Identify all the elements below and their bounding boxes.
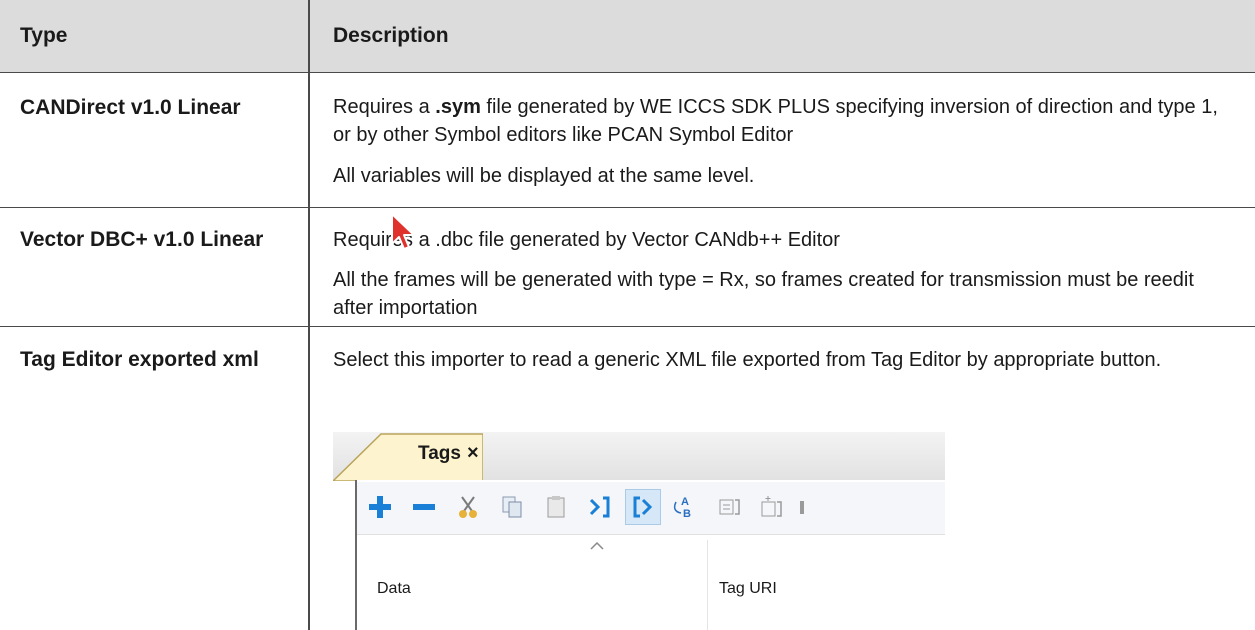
table-row-note: All the frames will be generated with ty… [333, 269, 1194, 319]
table-row-description: Select this importer to read a generic X… [333, 349, 1162, 371]
column-header-tag-uri[interactable]: Tag URI [719, 580, 777, 598]
svg-text:A: A [681, 496, 689, 508]
table-row-type: Tag Editor exported xml [20, 348, 259, 371]
table-row-type: Vector DBC+ v1.0 Linear [20, 228, 264, 251]
toolbar-separator [357, 534, 945, 535]
rename-icon[interactable]: AB [669, 490, 703, 524]
column-header-data[interactable]: Data [377, 580, 411, 598]
header-type: Type [20, 24, 68, 47]
sort-caret-icon[interactable] [589, 540, 605, 550]
mouse-cursor-icon [391, 213, 415, 250]
header-description: Description [333, 24, 449, 47]
table-row-description: Requires a .sym file generated by WE ICC… [333, 96, 1218, 146]
table-row-note: All variables will be displayed at the s… [333, 165, 755, 187]
table-row-type: CANDirect v1.0 Linear [20, 96, 241, 119]
tab-tags[interactable]: Tags [418, 443, 461, 465]
add-icon[interactable] [363, 490, 397, 524]
tag-add-icon[interactable] [755, 490, 789, 524]
row-divider [0, 207, 1255, 208]
copy-icon[interactable] [495, 490, 529, 524]
table-row-description: Requires a .dbc file generated by Vector… [333, 229, 840, 251]
row-divider [0, 326, 1255, 327]
tag-editor-screenshot: Tags × AB Data Tag URI [333, 432, 945, 630]
svg-text:B: B [683, 508, 691, 520]
export-icon[interactable] [583, 490, 617, 524]
row-divider [0, 72, 1255, 73]
more-icon[interactable] [797, 490, 807, 524]
cut-icon[interactable] [451, 490, 485, 524]
paste-icon[interactable] [539, 490, 573, 524]
import-icon[interactable] [625, 489, 661, 525]
toolbar: AB [357, 482, 945, 534]
remove-icon[interactable] [407, 490, 441, 524]
close-icon[interactable]: × [467, 442, 479, 465]
column-divider [308, 0, 310, 630]
tag-edit-icon[interactable] [713, 490, 747, 524]
column-separator [707, 540, 708, 630]
table-header: Type Description [0, 0, 1255, 72]
